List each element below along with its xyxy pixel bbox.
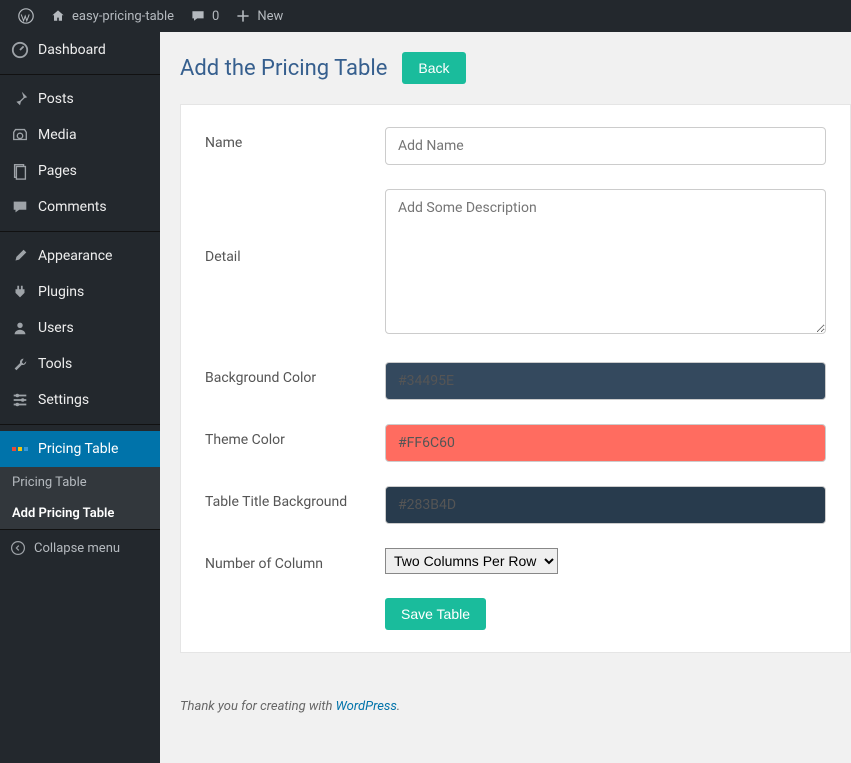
comment-icon (190, 8, 206, 24)
sidebar-item-comments[interactable]: Comments (0, 189, 160, 225)
admin-toolbar: easy-pricing-table 0 New (0, 0, 851, 32)
collapse-menu-button[interactable]: Collapse menu (0, 529, 160, 566)
submenu-item-pricing-table[interactable]: Pricing Table (0, 467, 160, 498)
form-panel: Name Detail Background Color Theme Color (180, 104, 851, 653)
sidebar-item-tools[interactable]: Tools (0, 346, 160, 382)
admin-sidebar: Dashboard Posts Media Pages Comments (0, 32, 160, 763)
comments-link[interactable]: 0 (182, 0, 227, 32)
detail-textarea[interactable] (385, 189, 826, 334)
bg-color-label: Background Color (205, 362, 385, 386)
menu-separator (0, 231, 160, 232)
sidebar-label: Pages (38, 163, 77, 179)
row-num-columns: Number of Column Two Columns Per Row (205, 548, 826, 574)
wp-logo[interactable] (10, 0, 42, 32)
sidebar-item-pricing-table[interactable]: Pricing Table (0, 431, 160, 467)
collapse-icon (10, 540, 26, 556)
media-icon (10, 125, 30, 145)
sidebar-item-dashboard[interactable]: Dashboard (0, 32, 160, 68)
comment-icon (10, 197, 30, 217)
collapse-label: Collapse menu (34, 541, 120, 556)
detail-label: Detail (205, 189, 385, 265)
row-bg-color: Background Color (205, 362, 826, 400)
sidebar-item-pages[interactable]: Pages (0, 153, 160, 189)
sidebar-label: Pricing Table (38, 441, 118, 457)
wordpress-link[interactable]: WordPress (336, 699, 397, 714)
main-content: Add the Pricing Table Back Name Detail B… (160, 32, 851, 763)
brush-icon (10, 246, 30, 266)
sliders-icon (10, 390, 30, 410)
user-icon (10, 318, 30, 338)
sidebar-label: Plugins (38, 284, 84, 300)
plus-icon (235, 8, 251, 24)
name-input[interactable] (385, 127, 826, 165)
menu-separator (0, 74, 160, 75)
num-col-select[interactable]: Two Columns Per Row (385, 548, 558, 574)
sidebar-label: Media (38, 127, 77, 143)
sidebar-submenu: Pricing Table Add Pricing Table (0, 467, 160, 529)
home-icon (50, 8, 66, 24)
submenu-item-add-pricing-table[interactable]: Add Pricing Table (0, 498, 160, 529)
theme-color-input[interactable] (385, 424, 826, 462)
menu-separator (0, 424, 160, 425)
footer-suffix: . (397, 699, 400, 714)
page-header: Add the Pricing Table Back (180, 52, 851, 84)
num-col-label: Number of Column (205, 548, 385, 572)
sidebar-item-posts[interactable]: Posts (0, 81, 160, 117)
sidebar-label: Tools (38, 356, 72, 372)
row-save: Save Table (205, 598, 826, 630)
sidebar-label: Dashboard (38, 42, 106, 58)
row-detail: Detail (205, 189, 826, 338)
footer-prefix: Thank you for creating with (180, 699, 336, 714)
save-table-button[interactable]: Save Table (385, 598, 486, 630)
new-label: New (257, 9, 283, 24)
sidebar-label: Comments (38, 199, 107, 215)
page-footer: Thank you for creating with WordPress. (180, 699, 851, 714)
dashboard-icon (10, 40, 30, 60)
sidebar-item-plugins[interactable]: Plugins (0, 274, 160, 310)
sidebar-item-media[interactable]: Media (0, 117, 160, 153)
page-title: Add the Pricing Table (180, 56, 387, 81)
site-home-link[interactable]: easy-pricing-table (42, 0, 182, 32)
sidebar-label: Settings (38, 392, 89, 408)
bg-color-input[interactable] (385, 362, 826, 400)
wrench-icon (10, 354, 30, 374)
row-title-bg: Table Title Background (205, 486, 826, 524)
theme-color-label: Theme Color (205, 424, 385, 448)
name-label: Name (205, 127, 385, 151)
sidebar-label: Posts (38, 91, 74, 107)
wordpress-icon (18, 8, 34, 24)
sidebar-item-appearance[interactable]: Appearance (0, 238, 160, 274)
comments-count: 0 (212, 9, 219, 24)
sidebar-label: Appearance (38, 248, 112, 264)
site-name: easy-pricing-table (72, 9, 174, 24)
sidebar-label: Users (38, 320, 74, 336)
pages-icon (10, 161, 30, 181)
row-theme-color: Theme Color (205, 424, 826, 462)
sidebar-item-users[interactable]: Users (0, 310, 160, 346)
pin-icon (10, 89, 30, 109)
back-button[interactable]: Back (402, 52, 465, 84)
sidebar-item-settings[interactable]: Settings (0, 382, 160, 418)
title-bg-input[interactable] (385, 486, 826, 524)
pricing-table-icon (10, 439, 30, 459)
row-name: Name (205, 127, 826, 165)
plugin-icon (10, 282, 30, 302)
new-content-link[interactable]: New (227, 0, 291, 32)
title-bg-label: Table Title Background (205, 486, 385, 510)
